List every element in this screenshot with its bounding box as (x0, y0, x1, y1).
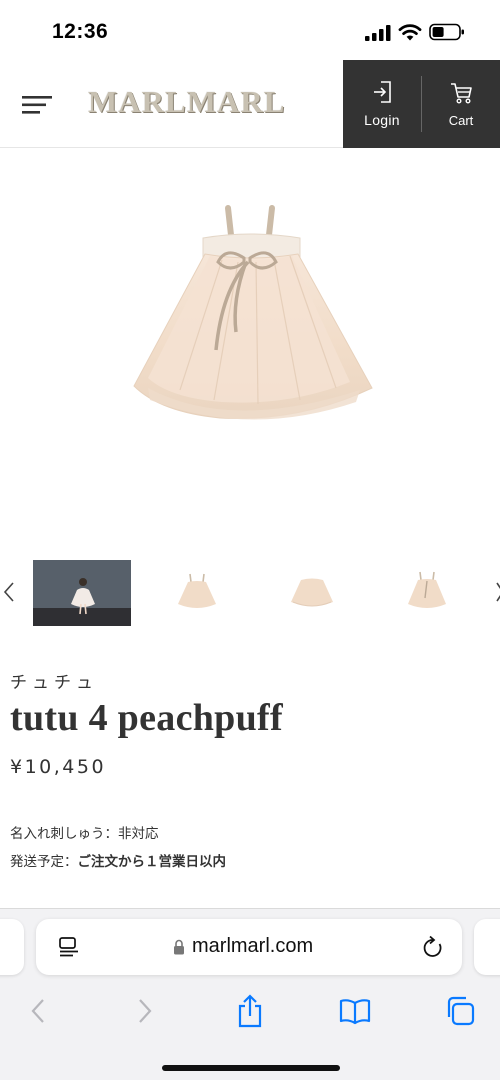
header-actions: Login Cart (343, 60, 500, 148)
login-label: Login (364, 112, 400, 128)
next-tab-preview[interactable] (474, 919, 500, 975)
product-main-image[interactable] (0, 150, 500, 550)
spec-label: 発送予定： (10, 854, 78, 870)
thumbnail-carousel (0, 558, 500, 628)
login-button[interactable]: Login (343, 76, 422, 132)
bookmarks-icon (339, 999, 371, 1025)
cart-icon (451, 82, 472, 104)
home-indicator (162, 1065, 340, 1071)
tabs-icon (447, 996, 475, 1026)
status-time: 12:36 (52, 20, 109, 43)
battery-icon (429, 23, 464, 41)
cart-label: Cart (448, 112, 474, 128)
chevron-left-icon[interactable] (2, 580, 16, 604)
spec-label: 名入れ刺しゅう： (10, 826, 118, 842)
site-header: MARLMARL Login Cart (0, 60, 500, 148)
address-bar[interactable]: marlmarl.com (36, 919, 462, 975)
bookmarks-button[interactable] (335, 991, 375, 1031)
product-price: ¥10,450 (10, 756, 107, 778)
url-text: marlmarl.com (192, 935, 314, 957)
back-button[interactable] (18, 991, 58, 1031)
thumbnail-3[interactable] (263, 560, 361, 626)
lock-icon (174, 939, 184, 955)
login-icon (374, 81, 391, 103)
share-button[interactable] (230, 991, 270, 1031)
product-title: tutu 4 peachpuff (10, 697, 283, 739)
cellular-signal-icon (365, 25, 391, 41)
spec-value: 非対応 (118, 826, 159, 842)
spec-value: ご注文から１営業日以内 (77, 854, 227, 870)
thumbnail-4[interactable] (378, 560, 476, 626)
browser-toolbar: marlmarl.com (0, 908, 500, 1080)
chevron-right-icon[interactable] (494, 580, 500, 604)
back-icon (31, 999, 44, 1023)
forward-button[interactable] (125, 991, 165, 1031)
previous-tab-preview[interactable] (0, 919, 24, 975)
cart-button[interactable]: Cart (422, 60, 500, 148)
menu-icon[interactable] (22, 94, 52, 116)
status-bar: 12:36 (0, 0, 500, 62)
share-icon (238, 994, 262, 1028)
reload-icon (423, 935, 442, 957)
thumbnail-1[interactable] (33, 560, 131, 626)
spec-shipping: 発送予定：ご注文から１営業日以内 (10, 850, 226, 870)
wifi-icon (398, 24, 422, 41)
tabs-button[interactable] (440, 991, 480, 1031)
thumbnail-2[interactable] (148, 560, 246, 626)
product-kana-name: チュチュ (10, 673, 98, 693)
page-menu-icon[interactable] (58, 936, 80, 958)
site-logo[interactable]: MARLMARL (88, 84, 285, 120)
forward-icon (139, 999, 152, 1023)
spec-embroidery: 名入れ刺しゅう：非対応 (10, 822, 159, 842)
